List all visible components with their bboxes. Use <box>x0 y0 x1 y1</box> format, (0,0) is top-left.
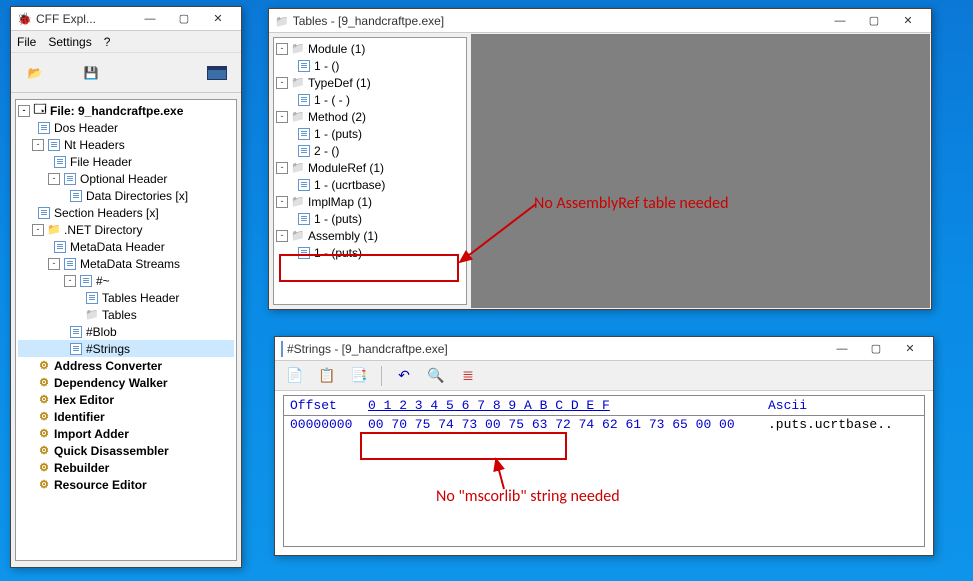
menu-file[interactable]: File <box>17 35 36 49</box>
list-icon[interactable]: ≣ <box>458 366 478 386</box>
tree-file-root[interactable]: -🗔File: 9_handcraftpe.exe <box>18 102 234 119</box>
tree-typedef[interactable]: -TypeDef (1) <box>276 74 464 91</box>
tables-title: Tables - [9_handcraftpe.exe] <box>293 14 444 28</box>
tree-typedef1[interactable]: 1 - ( - ) <box>276 91 464 108</box>
annotation-no-assemblyref: No AssemblyRef table needed <box>534 194 729 213</box>
tree-netdir[interactable]: -.NET Directory <box>18 221 234 238</box>
strings-titlebar[interactable]: #Strings - [9_handcraftpe.exe] — ▢ ✕ <box>275 337 933 361</box>
search-icon[interactable]: 🔍 <box>426 366 446 386</box>
tree-module1[interactable]: 1 - () <box>276 57 464 74</box>
tree-module[interactable]: -Module (1) <box>276 40 464 57</box>
close-button[interactable]: ✕ <box>201 9 235 29</box>
cff-toolbar: 📂 💾 <box>11 53 241 93</box>
cff-menubar: File Settings ? <box>11 31 241 53</box>
redbox-strings <box>360 432 567 460</box>
tree-tables[interactable]: Tables <box>18 306 234 323</box>
tree-assembly[interactable]: -Assembly (1) <box>276 227 464 244</box>
tree-implmap[interactable]: -ImplMap (1) <box>276 193 464 210</box>
hex-cols: 0 1 2 3 4 5 6 7 8 9 A B C D E F <box>368 398 768 413</box>
minimize-button[interactable]: — <box>823 11 857 31</box>
tree-blob[interactable]: #Blob <box>18 323 234 340</box>
arrow-strings <box>486 455 526 495</box>
maximize-button[interactable]: ▢ <box>167 9 201 29</box>
copy-icon[interactable]: 📄 <box>285 366 305 386</box>
tree-fileh[interactable]: File Header <box>18 153 234 170</box>
tree-res[interactable]: Resource Editor <box>18 476 234 493</box>
undo-icon[interactable]: ↶ <box>394 366 414 386</box>
tree-strings[interactable]: #Strings <box>18 340 234 357</box>
tree-moduleref1[interactable]: 1 - (ucrtbase) <box>276 176 464 193</box>
tree-method[interactable]: -Method (2) <box>276 108 464 125</box>
hex-ascii-label: Ascii <box>768 398 908 413</box>
close-button[interactable]: ✕ <box>891 11 925 31</box>
tree-sect[interactable]: Section Headers [x] <box>18 204 234 221</box>
cff-window: 🐞 CFF Expl... — ▢ ✕ File Settings ? 📂 💾 … <box>10 6 242 568</box>
hex-view[interactable]: Offset 0 1 2 3 4 5 6 7 8 9 A B C D E F A… <box>283 395 925 547</box>
tree-tablesh[interactable]: Tables Header <box>18 289 234 306</box>
minimize-button[interactable]: — <box>825 339 859 359</box>
close-button[interactable]: ✕ <box>893 339 927 359</box>
maximize-button[interactable]: ▢ <box>859 339 893 359</box>
tree-opt[interactable]: -Optional Header <box>18 170 234 187</box>
cff-tree[interactable]: -🗔File: 9_handcraftpe.exe Dos Header -Nt… <box>15 99 237 561</box>
cff-titlebar[interactable]: 🐞 CFF Expl... — ▢ ✕ <box>11 7 241 31</box>
tree-method2[interactable]: 2 - () <box>276 142 464 159</box>
cff-title: CFF Expl... <box>36 12 96 26</box>
tree-implmap1[interactable]: 1 - (puts) <box>276 210 464 227</box>
hex-offset-label: Offset <box>290 398 368 413</box>
clipboard-icon[interactable]: 📑 <box>349 366 369 386</box>
tree-dep[interactable]: Dependency Walker <box>18 374 234 391</box>
paste-icon[interactable]: 📋 <box>317 366 337 386</box>
menu-settings[interactable]: Settings <box>48 35 91 49</box>
tree-htilde[interactable]: -#~ <box>18 272 234 289</box>
tables-titlebar[interactable]: Tables - [9_handcraftpe.exe] — ▢ ✕ <box>269 9 931 33</box>
save-icon[interactable]: 💾 <box>79 61 103 85</box>
tree-addr[interactable]: Address Converter <box>18 357 234 374</box>
tree-hex[interactable]: Hex Editor <box>18 391 234 408</box>
tree-dos[interactable]: Dos Header <box>18 119 234 136</box>
minimize-button[interactable]: — <box>133 9 167 29</box>
tree-moduleref[interactable]: -ModuleRef (1) <box>276 159 464 176</box>
tree-reb[interactable]: Rebuilder <box>18 459 234 476</box>
maximize-button[interactable]: ▢ <box>857 11 891 31</box>
strings-toolbar: 📄 📋 📑 ↶ 🔍 ≣ <box>275 361 933 391</box>
tree-method1[interactable]: 1 - (puts) <box>276 125 464 142</box>
tree-datadir[interactable]: Data Directories [x] <box>18 187 234 204</box>
window-icon[interactable] <box>205 61 229 85</box>
annotation-no-mscorlib: No "mscorlib" string needed <box>436 487 620 506</box>
redbox-tables <box>279 254 459 282</box>
tree-metah[interactable]: MetaData Header <box>18 238 234 255</box>
hex-row-bytes: 00 70 75 74 73 00 75 63 72 74 62 61 73 6… <box>368 417 768 432</box>
hex-row-ascii: .puts.ucrtbase.. <box>768 417 908 432</box>
tree-imp[interactable]: Import Adder <box>18 425 234 442</box>
open-icon[interactable]: 📂 <box>23 61 47 85</box>
tree-metas[interactable]: -MetaData Streams <box>18 255 234 272</box>
arrow-tables <box>456 202 546 272</box>
tree-ident[interactable]: Identifier <box>18 408 234 425</box>
tree-nt[interactable]: -Nt Headers <box>18 136 234 153</box>
hex-row-offset: 00000000 <box>290 417 368 432</box>
tree-quick[interactable]: Quick Disassembler <box>18 442 234 459</box>
menu-help[interactable]: ? <box>104 35 111 49</box>
strings-title: #Strings - [9_handcraftpe.exe] <box>287 342 448 356</box>
